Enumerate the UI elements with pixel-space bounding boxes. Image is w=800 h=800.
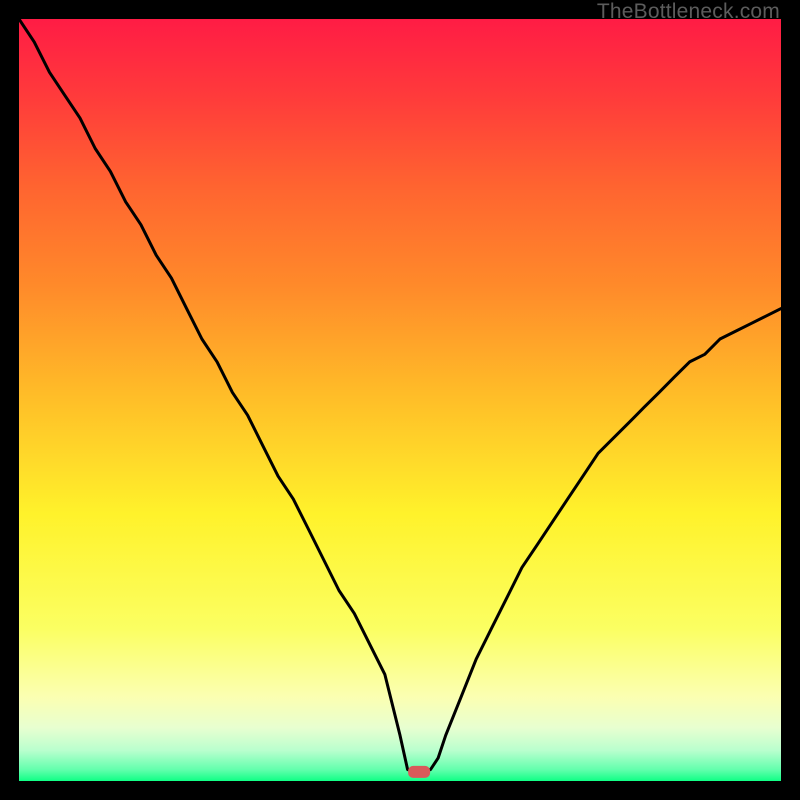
gradient-background [19, 19, 781, 781]
chart-frame: TheBottleneck.com [0, 0, 800, 800]
bottleneck-chart [19, 19, 781, 781]
optimal-point-marker [408, 766, 430, 778]
watermark-text: TheBottleneck.com [597, 0, 780, 24]
